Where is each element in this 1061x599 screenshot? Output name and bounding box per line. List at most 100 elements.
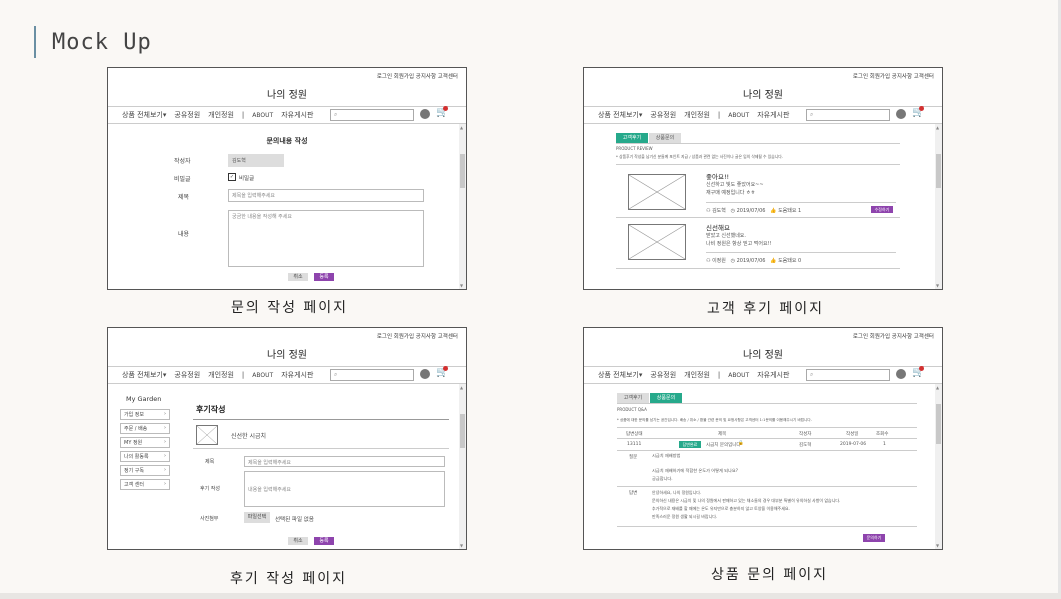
review-image-placeholder — [628, 224, 686, 260]
content-textarea[interactable]: 궁금한 내용을 작성해 주세요 — [228, 210, 424, 267]
cart-icon[interactable]: 🛒 — [912, 366, 924, 378]
inquiry-write-screenshot: 로그인 회원가입 공지사항 고객센터 나의 정원 상품 전체보기▾ 공유정원 개인정… — [107, 67, 467, 290]
main-nav: 상품 전체보기▾ 공유정원 개인정원 | ABOUT 자유게시판 ⌕ 🛒 — [108, 366, 466, 384]
submit-button[interactable]: 등록 — [314, 537, 334, 545]
site-logo[interactable]: 나의 정원 — [584, 346, 942, 361]
nav-item-about[interactable]: ABOUT — [252, 372, 273, 379]
submit-button[interactable]: 등록 — [314, 273, 334, 281]
product-image-placeholder — [196, 425, 218, 445]
side-item-subscription[interactable]: 정기 구독 › — [120, 465, 170, 476]
side-item-my-garden[interactable]: MY 정원 › — [120, 437, 170, 448]
author-label: 작성자 — [174, 158, 191, 165]
nav-item-board[interactable]: 자유게시판 — [281, 371, 313, 379]
nav-item-about[interactable]: ABOUT — [252, 112, 273, 119]
cart-badge — [443, 106, 448, 111]
secret-label: 비밀글 — [174, 176, 191, 183]
divider — [617, 427, 917, 428]
user-icon[interactable] — [420, 109, 430, 119]
scrollbar[interactable]: ▲ ▼ — [459, 384, 466, 549]
row-views: 1 — [883, 442, 886, 447]
search-input[interactable]: ⌕ — [806, 109, 890, 121]
tab-qna[interactable]: 상품문의 — [649, 133, 681, 143]
search-input[interactable]: ⌕ — [330, 109, 414, 121]
title-input[interactable]: 제목을 입력해주세요 — [228, 189, 424, 202]
cart-icon[interactable]: 🛒 — [436, 106, 448, 118]
scrollbar[interactable]: ▲ ▼ — [935, 384, 942, 549]
nav-divider: | — [717, 111, 721, 119]
caption-product-qna: 상품 문의 페이지 — [711, 567, 829, 583]
cart-badge — [443, 366, 448, 371]
row-no: 13111 — [627, 442, 642, 447]
form-heading: 문의내용 작성 — [266, 137, 308, 145]
nav-item-shared-garden[interactable]: 공유정원 — [650, 371, 676, 379]
tab-review[interactable]: 고객후기 — [617, 393, 649, 403]
scrollbar[interactable]: ▲ ▼ — [459, 124, 466, 289]
nav-item-all-products[interactable]: 상품 전체보기▾ — [598, 371, 642, 379]
nav-item-personal-garden[interactable]: 개인정원 — [208, 111, 234, 119]
cancel-button[interactable]: 취소 — [288, 273, 308, 281]
thumbs-up-icon[interactable]: 👍 — [770, 208, 778, 214]
nav-item-personal-garden[interactable]: 개인정원 — [208, 371, 234, 379]
nav-item-about[interactable]: ABOUT — [728, 372, 749, 379]
site-logo[interactable]: 나의 정원 — [108, 346, 466, 361]
review-body-line: 받았고 신선했네요. — [706, 233, 746, 239]
user-icon[interactable] — [896, 369, 906, 379]
photo-label: 사진첨부 — [200, 516, 219, 522]
top-links[interactable]: 로그인 회원가입 공지사항 고객센터 — [377, 332, 458, 340]
edit-review-button[interactable]: 수정하기 — [871, 206, 893, 213]
nav-item-board[interactable]: 자유게시판 — [757, 111, 789, 119]
site-logo[interactable]: 나의 정원 — [584, 86, 942, 101]
cart-icon[interactable]: 🛒 — [912, 106, 924, 118]
cart-icon[interactable]: 🛒 — [436, 366, 448, 378]
site-logo[interactable]: 나의 정원 — [108, 86, 466, 101]
thumbs-up-icon[interactable]: 👍 — [770, 258, 778, 264]
title-input[interactable]: 제목을 입력해주세요 — [244, 456, 445, 467]
nav-item-shared-garden[interactable]: 공유정원 — [174, 371, 200, 379]
nav-item-shared-garden[interactable]: 공유정원 — [174, 111, 200, 119]
section-label: PRODUCT REVIEW — [616, 146, 653, 151]
nav-item-all-products[interactable]: 상품 전체보기▾ — [122, 371, 166, 379]
divider — [706, 202, 896, 203]
file-select-button[interactable]: 파일선택 — [244, 512, 270, 523]
write-inquiry-button[interactable]: 문의하기 — [863, 534, 885, 542]
nav-item-board[interactable]: 자유게시판 — [757, 371, 789, 379]
side-item-activity[interactable]: 나의 활동록 › — [120, 451, 170, 462]
tab-underline — [617, 403, 917, 404]
side-item-account[interactable]: 가입 정보 › — [120, 409, 170, 420]
side-item-support[interactable]: 고객 센터 › — [120, 479, 170, 490]
search-icon: ⌕ — [334, 111, 338, 118]
user-icon[interactable] — [420, 369, 430, 379]
cancel-button[interactable]: 취소 — [288, 537, 308, 545]
user-icon[interactable] — [896, 109, 906, 119]
top-links[interactable]: 로그인 회원가입 공지사항 고객센터 — [853, 332, 934, 340]
side-item-orders[interactable]: 주문 / 배송 › — [120, 423, 170, 434]
nav-item-all-products[interactable]: 상품 전체보기▾ — [598, 111, 642, 119]
divider — [617, 486, 917, 487]
search-input[interactable]: ⌕ — [330, 369, 414, 381]
search-icon: ⌕ — [810, 371, 814, 378]
nav-divider: | — [241, 371, 245, 379]
tab-review[interactable]: 고객후기 — [616, 133, 648, 143]
nav-item-about[interactable]: ABOUT — [728, 112, 749, 119]
cart-badge — [919, 106, 924, 111]
main-nav: 상품 전체보기▾ 공유정원 개인정원 | ABOUT 자유게시판 ⌕ 🛒 — [584, 366, 942, 384]
secret-checkbox[interactable]: ✓ — [228, 173, 236, 181]
answer-line: 안녕하세요, 나의 정원입니다. — [652, 490, 702, 495]
nav-items: 상품 전체보기▾ 공유정원 개인정원 | ABOUT 자유게시판 — [598, 110, 797, 120]
nav-item-board[interactable]: 자유게시판 — [281, 111, 313, 119]
nav-item-personal-garden[interactable]: 개인정원 — [684, 111, 710, 119]
review-date: 2019/07/06 — [736, 208, 766, 214]
content-textarea[interactable]: 내용을 입력해주세요 — [244, 471, 445, 507]
row-title[interactable]: 시금치 문의입니다 — [706, 442, 741, 448]
nav-item-shared-garden[interactable]: 공유정원 — [650, 111, 676, 119]
top-links[interactable]: 로그인 회원가입 공지사항 고객센터 — [377, 72, 458, 80]
scrollbar[interactable]: ▲ ▼ — [935, 124, 942, 289]
cart-badge — [919, 366, 924, 371]
nav-item-all-products[interactable]: 상품 전체보기▾ — [122, 111, 166, 119]
tab-qna[interactable]: 상품문의 — [650, 393, 682, 403]
product-qna-screenshot: 로그인 회원가입 공지사항 고객센터 나의 정원 상품 전체보기▾ 공유정원 개인정… — [583, 327, 943, 550]
main-nav: 상품 전체보기▾ 공유정원 개인정원 | ABOUT 자유게시판 ⌕ 🛒 — [584, 106, 942, 124]
nav-item-personal-garden[interactable]: 개인정원 — [684, 371, 710, 379]
top-links[interactable]: 로그인 회원가입 공지사항 고객센터 — [853, 72, 934, 80]
search-input[interactable]: ⌕ — [806, 369, 890, 381]
